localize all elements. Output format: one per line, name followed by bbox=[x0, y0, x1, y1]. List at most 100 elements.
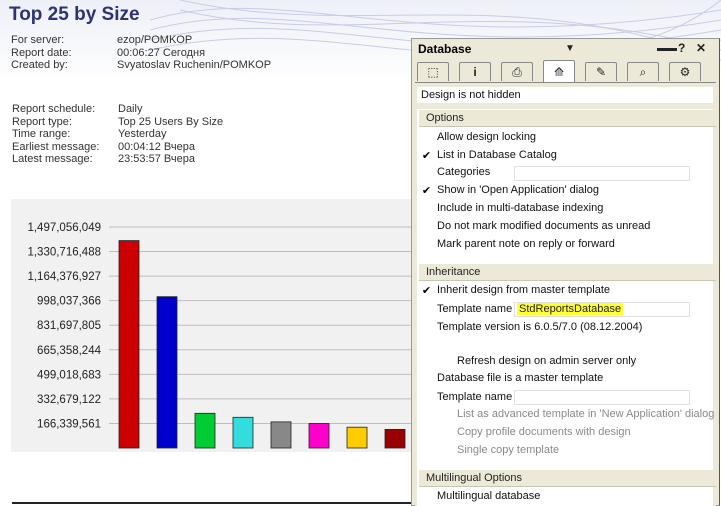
template-name2-label: Template name bbox=[437, 391, 513, 403]
template-name-label: Template name bbox=[437, 303, 513, 315]
detail-label: Time range: bbox=[12, 128, 71, 141]
single-copy-checkbox[interactable] bbox=[441, 446, 452, 457]
refresh-design-label: Refresh design on admin server only bbox=[457, 355, 637, 367]
y-tick-label: 166,339,561 bbox=[37, 418, 101, 430]
report-meta: For server: ezop/POMKOP Report date: 00:06… bbox=[11, 34, 271, 72]
single-copy-label: Single copy template bbox=[457, 444, 560, 456]
panel-dropdown-icon[interactable]: ▼ bbox=[565, 43, 575, 54]
meta-value: Svyatoslav Ruchenin/POMKOP bbox=[117, 59, 272, 72]
panel-tabs: ⬚ i ⎙ ⟰ ✎ ⌕ ⚙ bbox=[415, 60, 715, 82]
detail-value: Top 25 Users By Size bbox=[118, 115, 224, 128]
allow-locking-label: Allow design locking bbox=[437, 131, 537, 143]
panel-title: Database bbox=[418, 42, 472, 56]
meta-value: ezop/POMKOP bbox=[117, 34, 193, 46]
tab-info[interactable]: i bbox=[459, 62, 491, 81]
template-name-input[interactable]: StdReportsDatabase bbox=[514, 302, 690, 317]
tab-basics[interactable]: ⬚ bbox=[417, 62, 449, 81]
multi-db-index-label: Include in multi-database indexing bbox=[437, 202, 604, 214]
multilingual-header: Multilingual Options bbox=[419, 470, 716, 487]
multi-db-index-checkbox[interactable] bbox=[421, 204, 432, 215]
master-template-checkbox[interactable] bbox=[421, 374, 432, 385]
brush-tab-icon: ✎ bbox=[595, 65, 607, 79]
network-tab-icon: ⚙ bbox=[679, 65, 691, 79]
categories-label: Categories bbox=[437, 166, 491, 178]
info-tab-icon: i bbox=[473, 65, 477, 79]
tab-printing[interactable]: ⎙ bbox=[501, 62, 533, 81]
report-details: Report schedule: Daily Report type: Top 25… bbox=[12, 103, 223, 166]
tab-design[interactable]: ⟰ bbox=[543, 60, 575, 82]
copy-profile-checkbox[interactable] bbox=[441, 428, 452, 439]
design-status-text: Design is not hidden bbox=[421, 89, 521, 101]
panel-collapse-icon[interactable]: ▬▬ bbox=[657, 43, 677, 54]
panel-titlebar[interactable]: Database ▼ ▬▬ ? ✕ bbox=[412, 39, 719, 59]
detail-value: 00:04:12 Вчера bbox=[118, 140, 195, 153]
copy-profile-label: Copy profile documents with design bbox=[457, 426, 631, 438]
detail-value: 23:53:57 Вчера bbox=[118, 153, 195, 166]
bar bbox=[308, 423, 330, 449]
bar bbox=[118, 240, 140, 449]
allow-locking-checkbox[interactable] bbox=[421, 133, 432, 144]
y-tick-label: 1,330,716,488 bbox=[27, 247, 101, 259]
mark-parent-label: Mark parent note on reply or forward bbox=[437, 238, 615, 250]
tab-launch[interactable]: ✎ bbox=[585, 62, 617, 81]
report-bottom-line bbox=[12, 502, 412, 504]
bar bbox=[384, 428, 406, 449]
design-status-section: Design is not hidden bbox=[417, 87, 713, 103]
show-open-app-checkbox[interactable]: ✔ bbox=[421, 186, 432, 197]
no-unread-label: Do not mark modified documents as unread bbox=[437, 220, 651, 232]
meta-label: Created by: bbox=[11, 59, 68, 72]
inherit-design-label: Inherit design from master template bbox=[437, 284, 611, 296]
categories-input[interactable] bbox=[514, 166, 690, 181]
tab-advanced[interactable]: ⚙ bbox=[669, 62, 701, 81]
y-tick-label: 998,037,366 bbox=[37, 296, 101, 308]
print-tab-icon: ⎙ bbox=[512, 64, 522, 79]
no-unread-checkbox[interactable] bbox=[421, 222, 432, 233]
bar bbox=[346, 426, 368, 449]
list-catalog-label: List in Database Catalog bbox=[437, 149, 557, 161]
close-icon[interactable]: ✕ bbox=[696, 41, 706, 55]
list-advanced-label: List as advanced template in 'New Applic… bbox=[457, 408, 715, 420]
detail-label: Latest message: bbox=[12, 153, 93, 166]
template-name2-input[interactable] bbox=[514, 390, 690, 405]
multilingual-section: Multilingual Options Multilingual databa… bbox=[417, 469, 716, 506]
y-tick-label: 665,358,244 bbox=[37, 345, 102, 357]
detail-value: Daily bbox=[118, 103, 143, 115]
bar bbox=[194, 412, 216, 449]
list-catalog-checkbox[interactable]: ✔ bbox=[421, 151, 432, 162]
refresh-design-checkbox[interactable] bbox=[441, 357, 452, 368]
panel-content: Design is not hidden Options Allow desig… bbox=[415, 82, 716, 506]
size-chart: 1,497,056,049 1,330,716,488 1,164,376,927 9… bbox=[11, 199, 421, 452]
bar bbox=[270, 421, 292, 449]
detail-label: Report type: bbox=[12, 115, 72, 128]
mark-parent-checkbox[interactable] bbox=[421, 240, 432, 251]
detail-label: Report schedule: bbox=[12, 103, 96, 115]
meta-value: 00:06:27 Сегодня bbox=[117, 46, 206, 59]
y-tick-label: 1,164,376,927 bbox=[27, 271, 101, 283]
template-name-value: StdReportsDatabase bbox=[517, 303, 624, 315]
inheritance-header: Inheritance bbox=[419, 264, 716, 281]
help-icon[interactable]: ? bbox=[678, 41, 685, 55]
bar-chart-svg: 1,497,056,049 1,330,716,488 1,164,376,927 9… bbox=[27, 222, 411, 449]
y-tick-label: 831,697,805 bbox=[37, 320, 101, 332]
y-tick-label: 1,497,056,049 bbox=[27, 222, 101, 234]
multilingual-db-label: Multilingual database bbox=[437, 490, 541, 502]
report-title: Top 25 by Size bbox=[9, 4, 140, 25]
detail-value: Yesterday bbox=[118, 128, 167, 141]
detail-label: Earliest message: bbox=[12, 140, 100, 153]
y-tick-label: 332,679,122 bbox=[37, 394, 101, 406]
multilingual-db-checkbox[interactable] bbox=[421, 492, 432, 503]
meta-label: For server: bbox=[11, 34, 65, 46]
database-tab-icon: ⬚ bbox=[427, 65, 439, 79]
bar bbox=[156, 296, 178, 449]
design-tab-icon: ⟰ bbox=[553, 64, 565, 79]
meta-label: Report date: bbox=[11, 46, 72, 59]
tab-fulltext[interactable]: ⌕ bbox=[627, 62, 659, 81]
options-header: Options bbox=[419, 110, 716, 127]
template-version-text: Template version is 6.0.5/7.0 (08.12.200… bbox=[437, 321, 643, 333]
inherit-design-checkbox[interactable]: ✔ bbox=[421, 286, 432, 297]
list-advanced-checkbox[interactable] bbox=[441, 410, 452, 421]
master-template-label: Database file is a master template bbox=[437, 372, 604, 384]
y-tick-label: 499,018,683 bbox=[37, 369, 101, 381]
database-properties-panel: Database ▼ ▬▬ ? ✕ ⬚ i ⎙ ⟰ ✎ ⌕ ⚙ Design i… bbox=[411, 38, 720, 506]
show-open-app-label: Show in 'Open Application' dialog bbox=[437, 184, 599, 196]
